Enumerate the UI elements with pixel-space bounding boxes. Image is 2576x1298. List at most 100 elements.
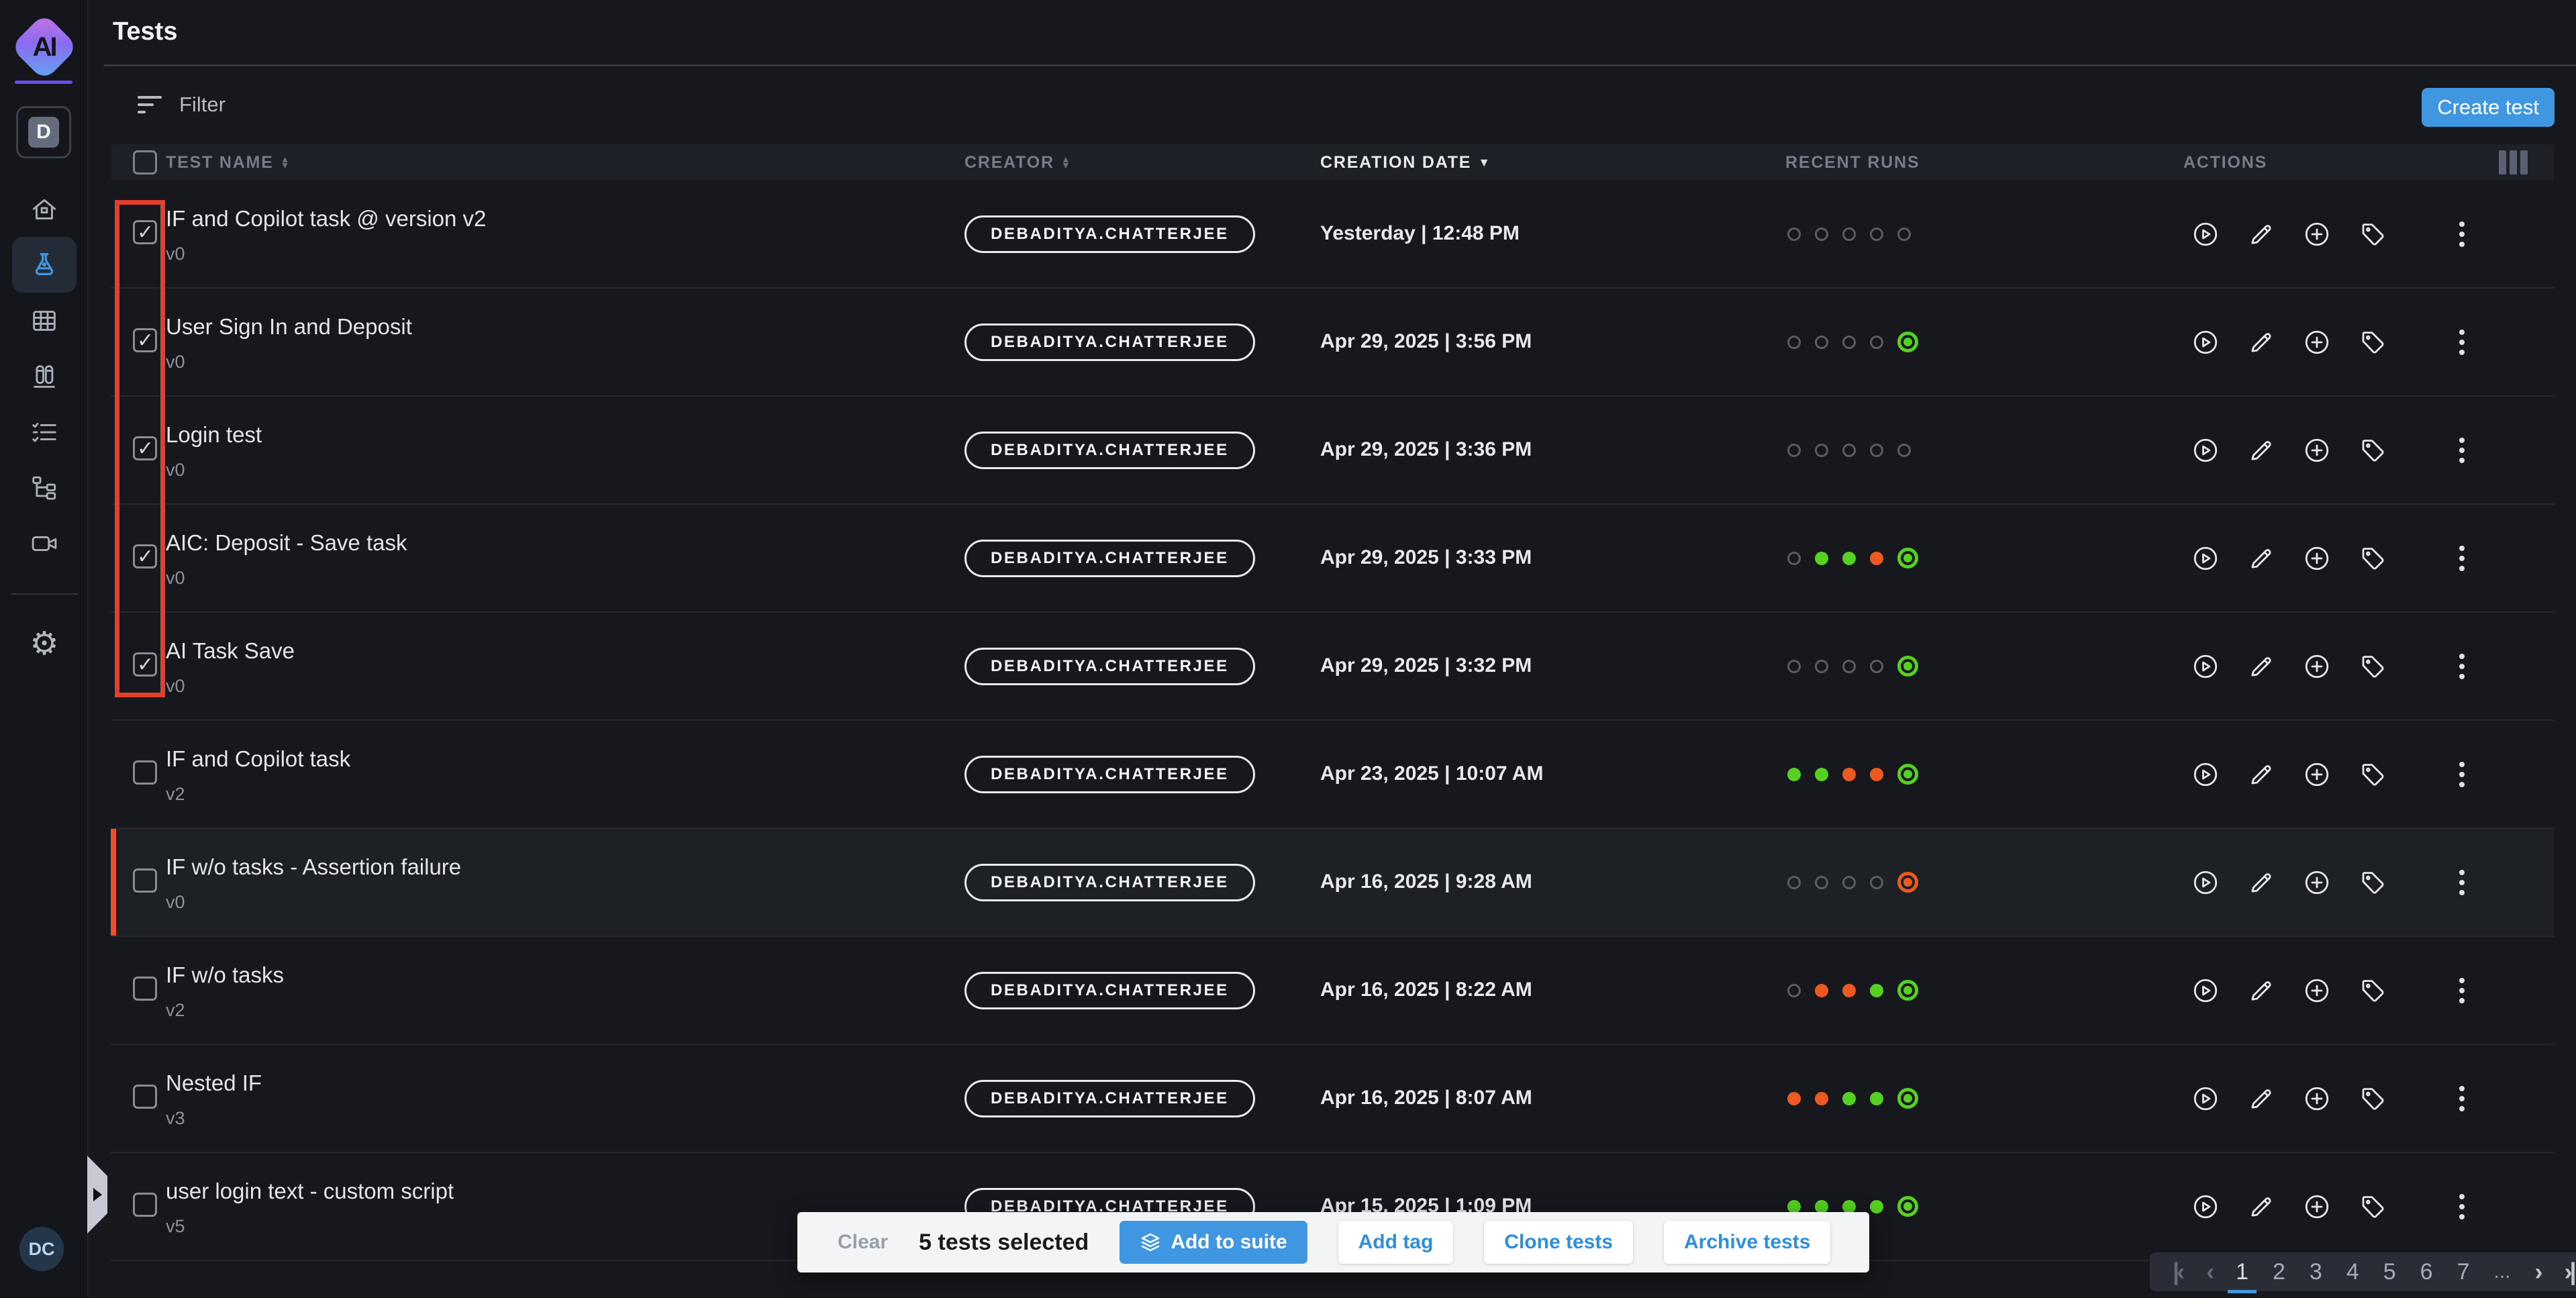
add-to-suite-row-button[interactable] <box>2303 977 2331 1005</box>
add-to-suite-row-button[interactable] <box>2303 1085 2331 1113</box>
prev-page-button[interactable]: ‹ <box>2206 1258 2212 1286</box>
edit-test-button[interactable] <box>2247 544 2275 572</box>
edit-test-button[interactable] <box>2247 436 2275 464</box>
recent-runs[interactable] <box>1787 829 1918 936</box>
test-name[interactable]: user login text - custom script <box>166 1177 454 1205</box>
edit-test-button[interactable] <box>2247 652 2275 681</box>
more-actions-button[interactable] <box>2448 546 2476 571</box>
page-number-3[interactable]: 3 <box>2310 1259 2322 1285</box>
create-test-button[interactable]: Create test <box>2422 88 2555 127</box>
run-test-button[interactable] <box>2191 1085 2220 1113</box>
tag-button[interactable] <box>2359 328 2387 356</box>
recent-runs[interactable] <box>1787 505 1918 611</box>
more-actions-button[interactable] <box>2448 330 2476 355</box>
add-to-suite-button[interactable]: Add to suite <box>1120 1221 1307 1264</box>
next-page-button[interactable]: › <box>2535 1258 2540 1286</box>
tag-button[interactable] <box>2359 220 2387 248</box>
sidebar-item-test-tubes[interactable] <box>12 348 77 404</box>
tag-button[interactable] <box>2359 760 2387 789</box>
add-to-suite-row-button[interactable] <box>2303 436 2331 464</box>
more-actions-button[interactable] <box>2448 1086 2476 1111</box>
page-number-2[interactable]: 2 <box>2273 1259 2285 1285</box>
last-page-button[interactable]: ›| <box>2565 1258 2574 1286</box>
recent-runs[interactable] <box>1787 289 1918 395</box>
recent-runs[interactable] <box>1787 397 1911 503</box>
page-number-1[interactable]: 1 <box>2236 1259 2248 1285</box>
column-settings-button[interactable] <box>2499 150 2528 174</box>
run-test-button[interactable] <box>2191 652 2220 681</box>
run-test-button[interactable] <box>2191 436 2220 464</box>
edit-test-button[interactable] <box>2247 220 2275 248</box>
recent-runs[interactable] <box>1787 721 1918 828</box>
tag-button[interactable] <box>2359 544 2387 572</box>
page-number-6[interactable]: 6 <box>2420 1259 2433 1285</box>
select-all-checkbox[interactable] <box>133 150 157 174</box>
row-checkbox[interactable] <box>133 868 157 893</box>
user-avatar[interactable]: DC <box>19 1227 64 1271</box>
test-name[interactable]: Nested IF <box>166 1069 262 1097</box>
add-to-suite-row-button[interactable] <box>2303 220 2331 248</box>
app-logo[interactable]: AI <box>10 13 79 81</box>
more-actions-button[interactable] <box>2448 221 2476 247</box>
tag-button[interactable] <box>2359 652 2387 681</box>
page-number-4[interactable]: 4 <box>2346 1259 2359 1285</box>
tag-button[interactable] <box>2359 868 2387 897</box>
sidebar-item-data-tables[interactable] <box>12 293 77 348</box>
clone-tests-button[interactable]: Clone tests <box>1484 1221 1633 1264</box>
test-name[interactable]: IF w/o tasks <box>166 961 284 989</box>
add-to-suite-row-button[interactable] <box>2303 328 2331 356</box>
run-test-button[interactable] <box>2191 977 2220 1005</box>
add-to-suite-row-button[interactable] <box>2303 1193 2331 1221</box>
run-test-button[interactable] <box>2191 1193 2220 1221</box>
add-to-suite-row-button[interactable] <box>2303 544 2331 572</box>
column-header-test-name[interactable]: TEST NAME ▲▼ <box>166 144 291 181</box>
sidebar-item-home[interactable] <box>12 181 77 237</box>
sidebar-item-recordings[interactable] <box>12 515 77 571</box>
edit-test-button[interactable] <box>2247 1193 2275 1221</box>
run-test-button[interactable] <box>2191 544 2220 572</box>
test-name[interactable]: Login test <box>166 421 262 449</box>
test-name[interactable]: User Sign In and Deposit <box>166 313 412 341</box>
edit-test-button[interactable] <box>2247 868 2275 897</box>
add-to-suite-row-button[interactable] <box>2303 760 2331 789</box>
more-actions-button[interactable] <box>2448 762 2476 787</box>
clear-selection-button[interactable]: Clear <box>838 1231 888 1254</box>
first-page-button[interactable]: |‹ <box>2173 1258 2182 1286</box>
more-actions-button[interactable] <box>2448 978 2476 1003</box>
test-name[interactable]: IF and Copilot task @ version v2 <box>166 205 486 233</box>
add-tag-button[interactable]: Add tag <box>1338 1221 1454 1264</box>
more-actions-button[interactable] <box>2448 654 2476 679</box>
edit-test-button[interactable] <box>2247 977 2275 1005</box>
tag-button[interactable] <box>2359 1085 2387 1113</box>
more-actions-button[interactable] <box>2448 1194 2476 1219</box>
row-checkbox[interactable] <box>133 977 157 1001</box>
archive-tests-button[interactable]: Archive tests <box>1664 1221 1830 1264</box>
column-header-creation-date[interactable]: CREATION DATE ▼ <box>1320 144 1491 181</box>
test-name[interactable]: AI Task Save <box>166 637 295 665</box>
filter-button[interactable]: Filter <box>138 93 226 117</box>
recent-runs[interactable] <box>1787 613 1918 719</box>
run-test-button[interactable] <box>2191 328 2220 356</box>
test-name[interactable]: AIC: Deposit - Save task <box>166 529 407 557</box>
tag-button[interactable] <box>2359 436 2387 464</box>
row-checkbox[interactable] <box>133 760 157 785</box>
row-checkbox[interactable] <box>133 1193 157 1217</box>
sidebar-item-checklist[interactable] <box>12 404 77 460</box>
run-test-button[interactable] <box>2191 868 2220 897</box>
run-test-button[interactable] <box>2191 760 2220 789</box>
tag-button[interactable] <box>2359 1193 2387 1221</box>
run-test-button[interactable] <box>2191 220 2220 248</box>
test-name[interactable]: IF and Copilot task <box>166 745 350 773</box>
recent-runs[interactable] <box>1787 181 1911 287</box>
recent-runs[interactable] <box>1787 937 1918 1044</box>
workspace-switcher[interactable]: D <box>16 106 71 158</box>
add-to-suite-row-button[interactable] <box>2303 652 2331 681</box>
add-to-suite-row-button[interactable] <box>2303 868 2331 897</box>
row-checkbox[interactable] <box>133 1085 157 1109</box>
page-number-5[interactable]: 5 <box>2383 1259 2396 1285</box>
more-actions-button[interactable] <box>2448 438 2476 463</box>
sidebar-item-tests[interactable] <box>12 237 77 293</box>
tag-button[interactable] <box>2359 977 2387 1005</box>
edit-test-button[interactable] <box>2247 328 2275 356</box>
recent-runs[interactable] <box>1787 1045 1918 1152</box>
